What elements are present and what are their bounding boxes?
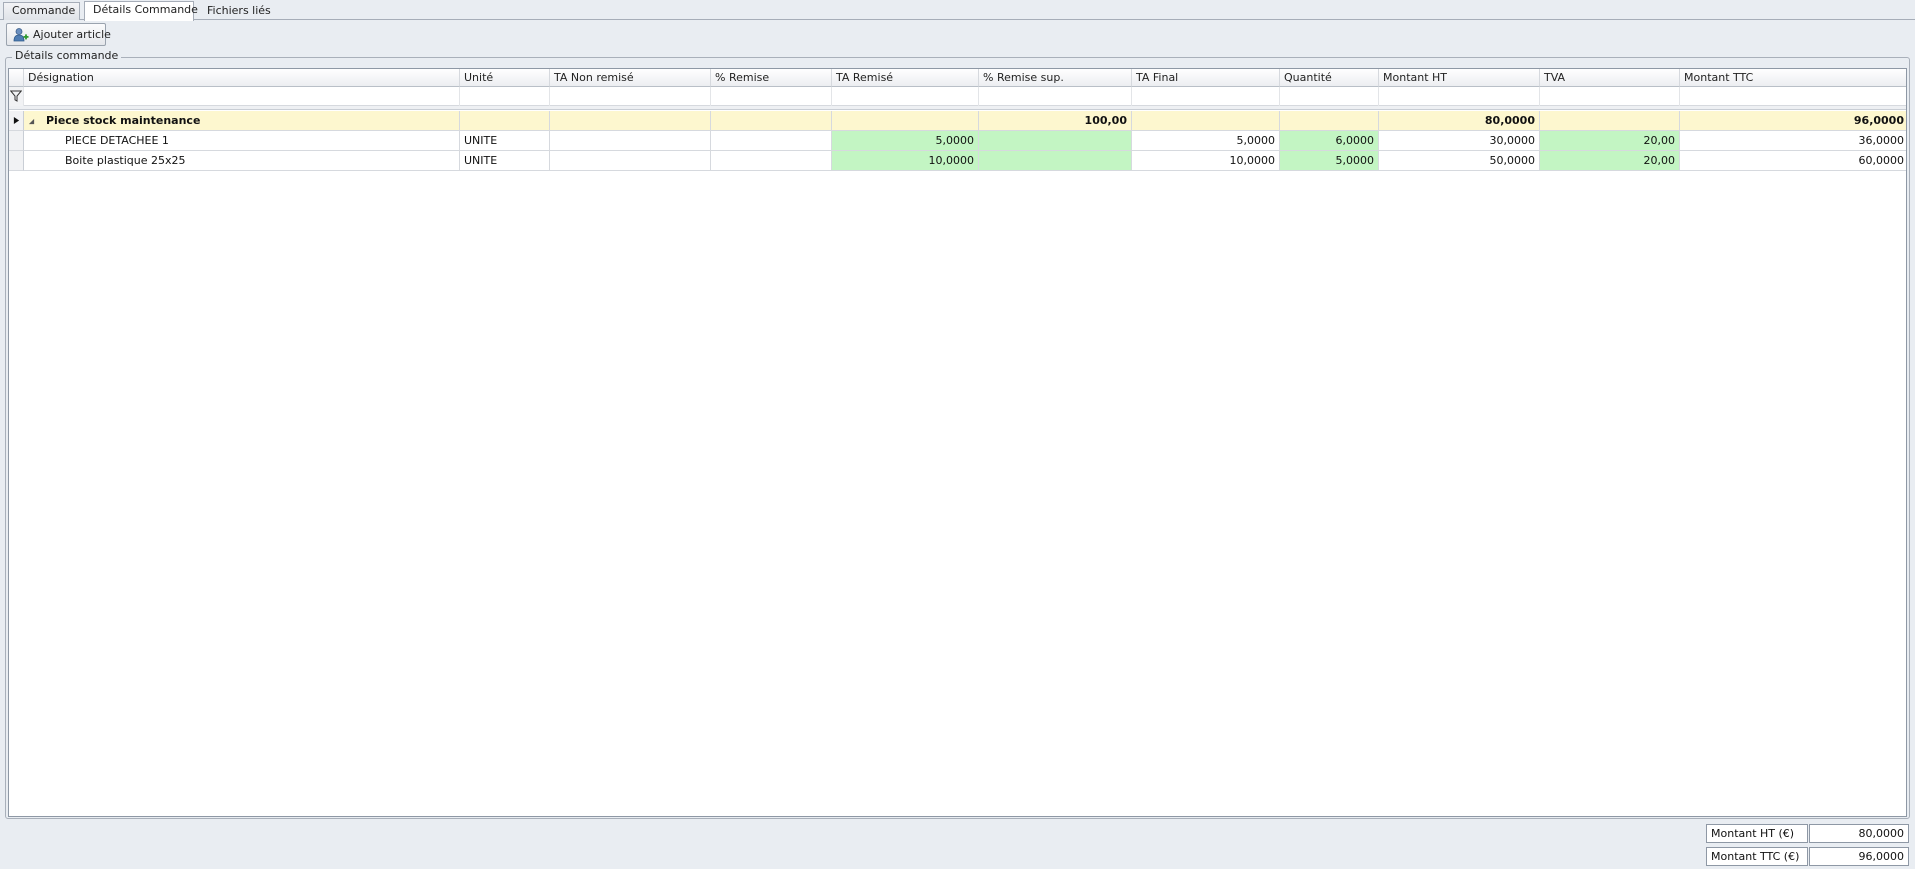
filter-cell-remise-sup[interactable] [979, 87, 1132, 106]
cell-montant-ht[interactable]: 50,0000 [1379, 151, 1540, 171]
cell-tva[interactable]: 20,00 [1540, 151, 1680, 171]
filter-cell-montant-ht[interactable] [1379, 87, 1540, 106]
column-header-unite[interactable]: Unité [460, 69, 550, 87]
filter-cell-ta-remise[interactable] [832, 87, 979, 106]
cell-quantite[interactable]: 6,0000 [1280, 131, 1379, 151]
tab-commande[interactable]: Commande [3, 2, 80, 20]
cell-remise[interactable] [711, 131, 832, 151]
cell-ta-remise[interactable]: 10,0000 [832, 151, 979, 171]
column-header-ta-remise[interactable]: TA Remisé [832, 69, 979, 87]
group-cell-tva[interactable] [1540, 111, 1680, 131]
filter-cell-tva[interactable] [1540, 87, 1680, 106]
tab-strip: Commande Détails Commande Fichiers liés [0, 0, 1915, 21]
row-indicator[interactable] [9, 111, 24, 131]
cell-ta-final[interactable]: 10,0000 [1132, 151, 1280, 171]
column-header-designation[interactable]: Désignation [24, 69, 460, 87]
add-user-icon [13, 28, 29, 42]
cell-unite[interactable]: UNITE [460, 131, 550, 151]
total-ht-label: Montant HT (€) [1706, 824, 1808, 843]
cell-ta-non-remise[interactable] [550, 151, 711, 171]
table-row[interactable]: PIECE DETACHEE 1 UNITE 5,0000 5,0000 6,0… [9, 131, 1906, 151]
header-indicator [9, 69, 24, 87]
current-row-arrow-icon [13, 117, 20, 124]
cell-designation[interactable]: Boite plastique 25x25 [24, 151, 460, 171]
filter-cell-ta-final[interactable] [1132, 87, 1280, 106]
column-header-montant-ht[interactable]: Montant HT [1379, 69, 1540, 87]
group-cell-montant-ttc[interactable]: 96,0000 [1680, 111, 1906, 131]
column-header-quantite[interactable]: Quantité [1280, 69, 1379, 87]
cell-designation[interactable]: PIECE DETACHEE 1 [24, 131, 460, 151]
filter-cell-quantite[interactable] [1280, 87, 1379, 106]
group-designation-cell[interactable]: Piece stock maintenance [24, 111, 460, 131]
add-article-label: Ajouter article [33, 28, 111, 41]
group-designation-text: Piece stock maintenance [46, 114, 201, 127]
cell-remise-sup[interactable] [979, 131, 1132, 151]
filter-cell-ta-non-remise[interactable] [550, 87, 711, 106]
filter-cell-montant-ttc[interactable] [1680, 87, 1906, 106]
cell-montant-ttc[interactable]: 36,0000 [1680, 131, 1906, 151]
filter-cell-indicator[interactable] [9, 87, 24, 106]
filter-row [9, 87, 1906, 106]
filter-cell-unite[interactable] [460, 87, 550, 106]
column-header-ta-final[interactable]: TA Final [1132, 69, 1280, 87]
add-article-button[interactable]: Ajouter article [6, 23, 111, 46]
cell-ta-non-remise[interactable] [550, 131, 711, 151]
total-ht-value: 80,0000 [1809, 824, 1909, 843]
group-cell-quantite[interactable] [1280, 111, 1379, 131]
column-header-montant-ttc[interactable]: Montant TTC [1680, 69, 1906, 87]
cell-quantite[interactable]: 5,0000 [1280, 151, 1379, 171]
total-ttc-label: Montant TTC (€) [1706, 847, 1808, 866]
row-indicator[interactable] [9, 151, 24, 171]
column-header-ta-non-remise[interactable]: TA Non remisé [550, 69, 711, 87]
group-row[interactable]: Piece stock maintenance 100,00 80,0000 9… [9, 111, 1906, 131]
grid-separator [9, 106, 1906, 110]
table-row[interactable]: Boite plastique 25x25 UNITE 10,0000 10,0… [9, 151, 1906, 171]
cell-remise-sup[interactable] [979, 151, 1132, 171]
filter-cell-designation[interactable] [24, 87, 460, 106]
group-cell-ta-final[interactable] [1132, 111, 1280, 131]
group-cell-remise-sup[interactable]: 100,00 [979, 111, 1132, 131]
column-header-tva[interactable]: TVA [1540, 69, 1680, 87]
order-lines-grid: Désignation Unité TA Non remisé % Remise… [8, 68, 1907, 817]
row-indicator[interactable] [9, 131, 24, 151]
group-cell-ta-remise[interactable] [832, 111, 979, 131]
cell-tva[interactable]: 20,00 [1540, 131, 1680, 151]
cell-remise[interactable] [711, 151, 832, 171]
tab-fichiers-lies[interactable]: Fichiers liés [198, 2, 278, 20]
group-title: Détails commande [12, 49, 122, 63]
column-header-remise-sup[interactable]: % Remise sup. [979, 69, 1132, 87]
cell-unite[interactable]: UNITE [460, 151, 550, 171]
group-cell-unite[interactable] [460, 111, 550, 131]
cell-montant-ttc[interactable]: 60,0000 [1680, 151, 1906, 171]
group-cell-ta-non-remise[interactable] [550, 111, 711, 131]
tab-details-commande[interactable]: Détails Commande [84, 1, 198, 21]
cell-ta-final[interactable]: 5,0000 [1132, 131, 1280, 151]
filter-icon [10, 90, 22, 102]
column-header-remise[interactable]: % Remise [711, 69, 832, 87]
collapse-triangle-icon[interactable] [28, 118, 35, 125]
cell-montant-ht[interactable]: 30,0000 [1379, 131, 1540, 151]
filter-cell-remise[interactable] [711, 87, 832, 106]
toolbar: Ajouter article [0, 20, 1915, 50]
cell-ta-remise[interactable]: 5,0000 [832, 131, 979, 151]
group-cell-remise[interactable] [711, 111, 832, 131]
total-ttc-value: 96,0000 [1809, 847, 1909, 866]
group-cell-montant-ht[interactable]: 80,0000 [1379, 111, 1540, 131]
